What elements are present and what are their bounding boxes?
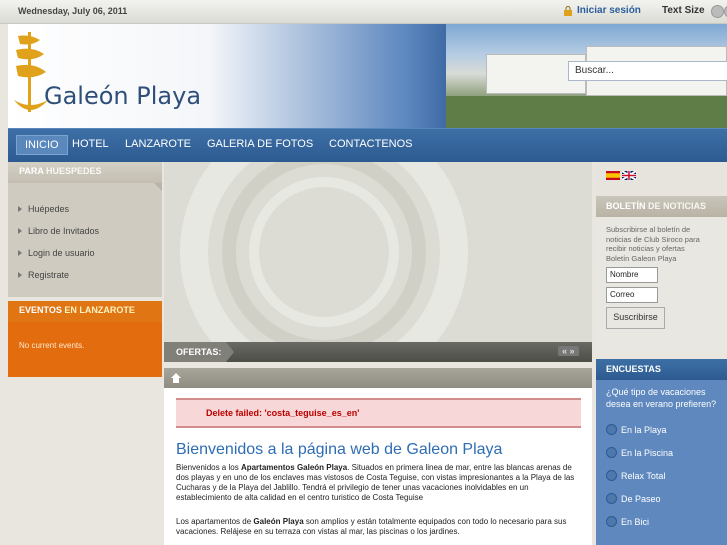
- main-content: OFERTAS: « » Delete failed: 'costa_tegui…: [164, 162, 592, 545]
- radio-button[interactable]: [606, 493, 617, 504]
- nav-item-hotel[interactable]: HOTEL: [64, 135, 117, 155]
- breadcrumb-bar: [164, 368, 592, 388]
- ofertas-bar: OFERTAS: « »: [164, 342, 592, 362]
- nav-item-lanzarote[interactable]: LANZAROTE: [117, 135, 199, 155]
- text-size-label: Text Size: [662, 5, 705, 16]
- lock-icon: [564, 5, 572, 16]
- second-paragraph: Los apartamentos de Galeón Playa son amp…: [176, 517, 567, 536]
- poll-question: ¿Qué tipo de vacaciones desea en verano …: [606, 387, 717, 409]
- language-flags: [596, 162, 727, 196]
- error-message: Delete failed: 'costa_teguise_es_en': [176, 398, 581, 428]
- site-header: Galeón Playa Buscar...: [8, 24, 727, 128]
- menu-item-huespedes[interactable]: Huépedes: [8, 198, 162, 220]
- top-bar: Wednesday, July 06, 2011 Iniciar sesión …: [0, 0, 727, 24]
- current-date: Wednesday, July 06, 2011: [18, 6, 128, 16]
- intro-paragraph: Bienvenidos a los Apartamentos Galeón Pl…: [176, 463, 575, 502]
- guest-menu-header: PARA HUESPEDES: [8, 162, 162, 191]
- login-link[interactable]: Iniciar sesión: [563, 5, 641, 16]
- menu-item-login[interactable]: Login de usuario: [8, 242, 162, 264]
- subscribe-button[interactable]: Suscribirse: [606, 307, 665, 329]
- guest-menu: Huépedes Libro de Invitados Login de usu…: [8, 183, 162, 297]
- right-sidebar: BOLETÍN DE NOTICIAS Subscribirse al bole…: [596, 162, 727, 545]
- poll-option-piscina[interactable]: En la Piscina: [606, 441, 717, 464]
- arrow-right-icon: [18, 250, 22, 256]
- newsletter-text: Subscribirse al boletín de noticias de C…: [606, 225, 700, 253]
- spain-flag-icon[interactable]: [606, 171, 620, 180]
- menu-item-registrate[interactable]: Registrate: [8, 264, 162, 286]
- events-text: No current events.: [8, 322, 162, 377]
- ofertas-label: OFERTAS:: [176, 347, 222, 357]
- poll-option-playa[interactable]: En la Playa: [606, 418, 717, 441]
- page-title: Bienvenidos a la página web de Galeon Pl…: [176, 441, 503, 458]
- newsletter-subtitle: Boletín Galeon Playa: [606, 253, 677, 263]
- nav-item-galeria[interactable]: GALERIA DE FOTOS: [199, 135, 321, 155]
- arrow-right-icon: [18, 272, 22, 278]
- nav-item-inicio[interactable]: INICIO: [16, 135, 68, 155]
- article-content: Delete failed: 'costa_teguise_es_en' Bie…: [164, 388, 592, 545]
- menu-item-libro[interactable]: Libro de Invitados: [8, 220, 162, 242]
- home-icon[interactable]: [170, 372, 182, 384]
- events-header: EVENTOS EN LANZAROTE: [8, 301, 162, 322]
- poll-option-paseo[interactable]: De Paseo: [606, 487, 717, 510]
- newsletter-box: Subscribirse al boletín de noticias de C…: [596, 217, 727, 353]
- poll-option-bici[interactable]: En Bici: [606, 510, 717, 533]
- ofertas-arrows-button[interactable]: « »: [558, 346, 579, 356]
- login-label: Iniciar sesión: [577, 5, 641, 16]
- banner-image: [164, 162, 592, 342]
- radio-button[interactable]: [606, 470, 617, 481]
- uk-flag-icon[interactable]: [622, 171, 636, 180]
- radio-button[interactable]: [606, 424, 617, 435]
- arrow-right-icon: [18, 228, 22, 234]
- email-field[interactable]: Correo: [606, 287, 658, 303]
- arrow-right-icon: [18, 206, 22, 212]
- radio-button[interactable]: [606, 447, 617, 458]
- search-input[interactable]: Buscar...: [568, 61, 727, 81]
- poll-header: ENCUESTAS: [596, 359, 727, 380]
- main-nav: INICIO HOTEL LANZAROTE GALERIA DE FOTOS …: [8, 128, 727, 162]
- poll-option-relax[interactable]: Relax Total: [606, 464, 717, 487]
- radio-button[interactable]: [606, 516, 617, 527]
- left-sidebar: PARA HUESPEDES Huépedes Libro de Invitad…: [8, 162, 162, 377]
- banner-decoration: [180, 162, 468, 342]
- text-size-increase-button[interactable]: [711, 5, 724, 18]
- newsletter-header: BOLETÍN DE NOTICIAS: [596, 196, 727, 217]
- site-logo-text[interactable]: Galeón Playa: [44, 82, 201, 110]
- name-field[interactable]: Nombre: [606, 267, 658, 283]
- nav-item-contactenos[interactable]: CONTACTENOS: [321, 135, 421, 155]
- poll-box: ¿Qué tipo de vacaciones desea en verano …: [596, 380, 727, 545]
